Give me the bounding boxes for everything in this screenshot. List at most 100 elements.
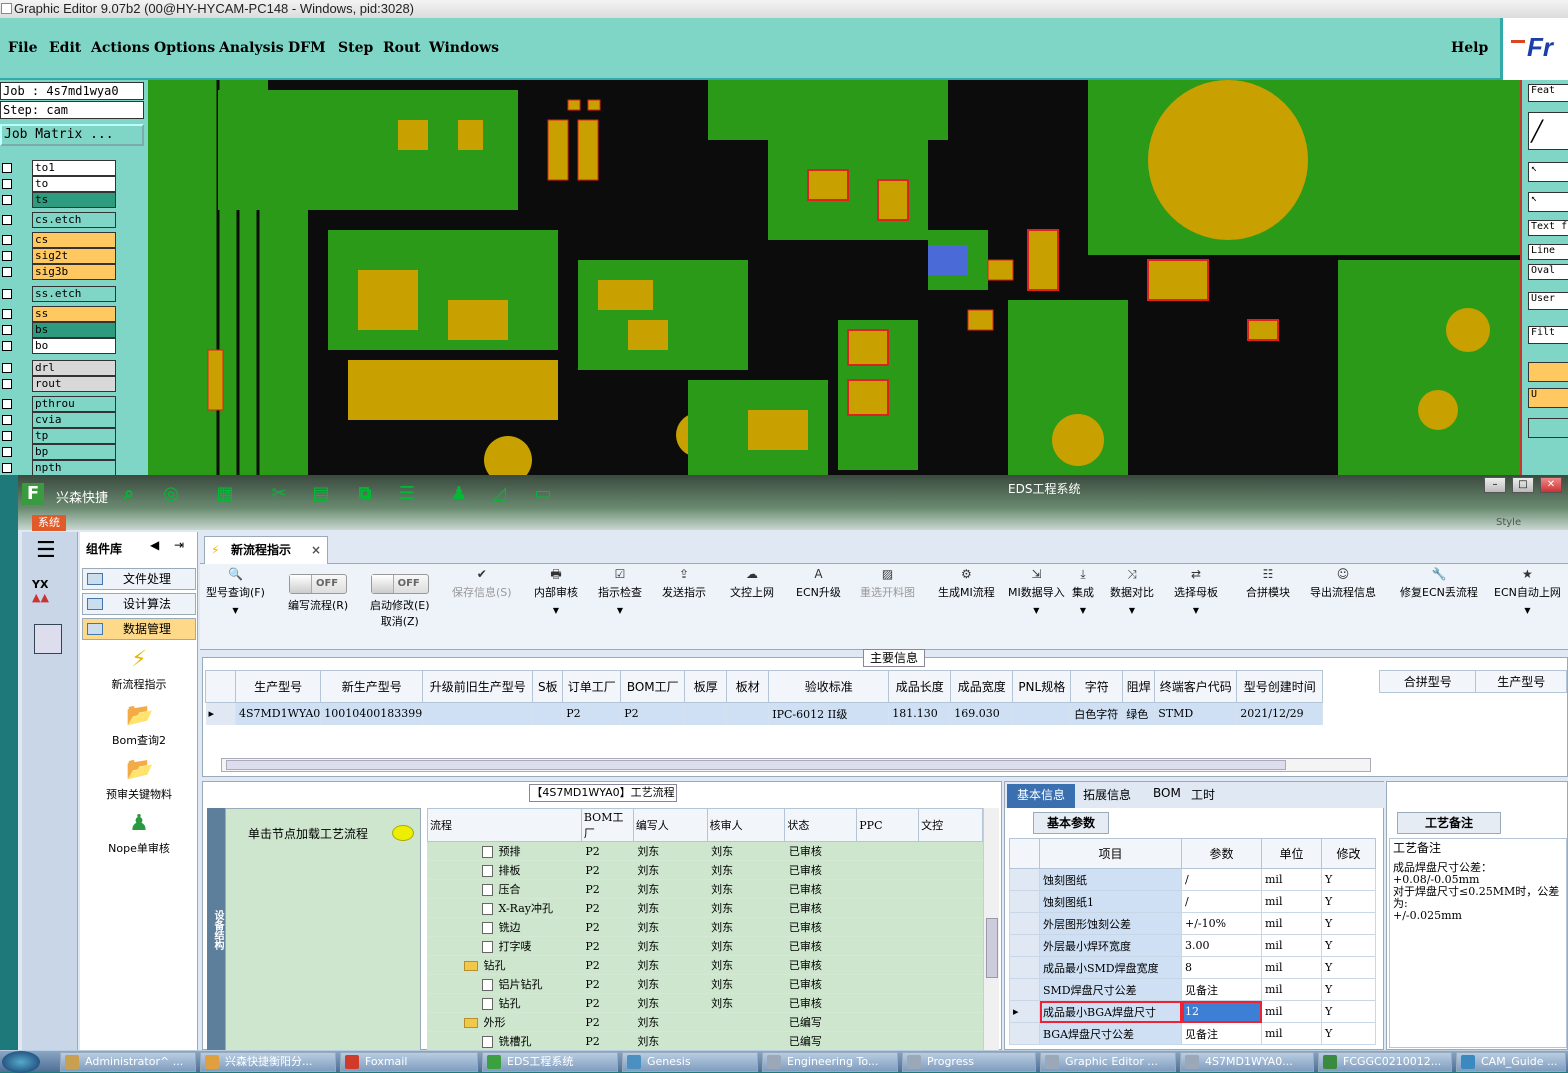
flow-empty-cell[interactable] [856, 1012, 919, 1032]
minimize-button[interactable]: – [1484, 477, 1506, 493]
teal-button[interactable] [1528, 418, 1568, 438]
table-cell[interactable]: 绿色 [1122, 702, 1156, 725]
flow-row[interactable]: X-Ray冲孔 P2 刘东 刘东 已审核 [427, 898, 983, 918]
table-cell[interactable] [1012, 702, 1072, 725]
table-icon[interactable]: ▤ [310, 483, 332, 505]
menu-file[interactable]: File [8, 40, 37, 56]
layer-row[interactable]: sig2t [0, 248, 118, 264]
layer-checkbox[interactable] [2, 163, 12, 173]
flow-name-cell[interactable]: 压合 [427, 879, 582, 899]
layer-checkbox[interactable] [2, 289, 12, 299]
oval-option[interactable]: Oval [1528, 264, 1568, 280]
param-item-cell[interactable]: SMD焊盘尺寸公差 [1039, 978, 1182, 1001]
ribbon-button[interactable]: ☷ 合拼模块 [1246, 564, 1290, 600]
dropdown-arrow-icon[interactable]: ▼ [1072, 606, 1094, 615]
filter-checkbox[interactable]: Filt [1528, 326, 1568, 344]
merge-col-header[interactable]: 生产型号 [1475, 670, 1567, 693]
horizontal-scrollbar[interactable] [221, 758, 1371, 772]
column-header[interactable]: PNL规格 [1012, 670, 1072, 703]
layer-checkbox[interactable] [2, 309, 12, 319]
layer-checkbox[interactable] [2, 215, 12, 225]
param-edit-cell[interactable]: Y [1321, 890, 1376, 913]
flow-row[interactable]: 铣槽孔 P2 刘东 已编写 [427, 1031, 983, 1051]
flow-empty-cell[interactable] [856, 898, 919, 918]
flow-status-cell[interactable]: 已审核 [784, 841, 857, 861]
flow-status-cell[interactable]: 已审核 [784, 974, 857, 994]
param-edit-cell[interactable]: Y [1321, 912, 1376, 935]
ribbon-button[interactable]: ⤨ 数据对比 ▼ [1110, 564, 1154, 615]
layer-checkbox[interactable] [2, 431, 12, 441]
library-design-algorithm[interactable]: 设计算法 [82, 593, 196, 615]
table-row[interactable]: ▸ 4S7MD1WYA0 10010400183399 P2 P2 IPC-6012 II… [205, 702, 1324, 725]
layer-checkbox[interactable] [2, 363, 12, 373]
table-cell[interactable]: P2 [620, 702, 686, 725]
settings-icon[interactable]: ◎ [160, 483, 182, 505]
ribbon-button[interactable]: ★ ECN自动上网 ▼ [1494, 564, 1561, 615]
scissors-icon[interactable]: ✂ [268, 483, 290, 505]
maximize-button[interactable]: □ [1512, 477, 1534, 493]
flow-row[interactable]: 打字唛 P2 刘东 刘东 已审核 [427, 936, 983, 956]
flow-status-cell[interactable]: 已审核 [784, 860, 857, 880]
column-header[interactable]: 验收标准 [768, 670, 890, 703]
param-value-cell[interactable]: 见备注 [1181, 978, 1262, 1001]
table-cell[interactable] [726, 702, 770, 725]
flow-column-header[interactable]: PPC [856, 808, 920, 842]
layer-row[interactable]: sig3b [0, 264, 118, 280]
param-row[interactable]: BGA焊盘尺寸公差 见备注 mil Y [1009, 1022, 1376, 1045]
param-unit-cell[interactable]: mil [1261, 978, 1322, 1001]
flow-row[interactable]: 外形 P2 刘东 已编写 [427, 1012, 983, 1032]
taskbar-item[interactable]: 兴森快捷衡阳分... [200, 1052, 336, 1072]
layer-checkbox[interactable] [2, 195, 12, 205]
param-unit-cell[interactable]: mil [1261, 1000, 1322, 1023]
tool-material-review[interactable]: 📂 预审关键物料 [80, 758, 198, 802]
dropdown-arrow-icon[interactable]: ▼ [1008, 606, 1065, 615]
monitor-icon[interactable]: ▭ [532, 483, 554, 505]
flow-status-cell[interactable]: 已审核 [784, 993, 857, 1013]
flow-writer-cell[interactable]: 刘东 [633, 955, 708, 975]
layer-checkbox[interactable] [2, 251, 12, 261]
table-cell[interactable]: 4S7MD1WYA0 [235, 702, 322, 725]
flow-name-cell[interactable]: 铝片钻孔 [427, 974, 582, 994]
param-item-cell[interactable]: 蚀刻图纸1 [1039, 890, 1182, 913]
grid-icon[interactable]: ▦ [214, 483, 236, 505]
hamburger-icon[interactable]: ☰ [36, 538, 56, 563]
flow-checker-cell[interactable]: 刘东 [707, 936, 785, 956]
layer-name[interactable]: cs.etch [32, 212, 116, 228]
tab-basic-info[interactable]: 基本信息 [1007, 784, 1075, 808]
table-cell[interactable]: STMD [1154, 702, 1238, 725]
flow-empty-cell[interactable] [856, 841, 919, 861]
layer-row[interactable]: cs [0, 232, 118, 248]
flow-empty-cell[interactable] [856, 936, 919, 956]
flow-row[interactable]: 预排 P2 刘东 刘东 已审核 [427, 841, 983, 861]
param-edit-cell[interactable]: Y [1321, 1000, 1376, 1023]
param-row[interactable]: 成品最小SMD焊盘宽度 8 mil Y [1009, 956, 1376, 979]
toggle-switch[interactable]: OFF [289, 574, 348, 594]
layer-name[interactable]: rout [32, 376, 116, 392]
yx-logo-icon[interactable]: YX ▲▲ [32, 578, 64, 610]
flow-writer-cell[interactable]: 刘东 [633, 993, 708, 1013]
param-row[interactable]: 外层图形蚀刻公差 +/-10% mil Y [1009, 912, 1376, 935]
param-col-header[interactable]: 修改 [1321, 838, 1376, 869]
layer-name[interactable]: bo [32, 338, 116, 354]
layer-checkbox[interactable] [2, 415, 12, 425]
flow-status-cell[interactable]: 已审核 [784, 936, 857, 956]
param-item-cell[interactable]: 成品最小SMD焊盘宽度 [1039, 956, 1182, 979]
param-value-cell[interactable]: / [1181, 890, 1262, 913]
flow-column-header[interactable]: 流程 [427, 808, 582, 842]
remark-tab[interactable]: 工艺备注 [1397, 812, 1501, 834]
flow-row[interactable]: 压合 P2 刘东 刘东 已审核 [427, 879, 983, 899]
ribbon-button[interactable]: ✔ 保存信息(S) [452, 564, 512, 600]
taskbar-item[interactable]: FCGGC0210012... [1318, 1052, 1452, 1072]
ribbon-button[interactable]: 🔍 型号查询(F) ▼ [206, 564, 265, 615]
param-unit-cell[interactable]: mil [1261, 934, 1322, 957]
toggle-switch[interactable]: OFF [370, 574, 429, 594]
tree-load-area[interactable]: 单击节点加载工艺流程 [225, 808, 421, 1051]
flow-empty-cell[interactable] [918, 879, 983, 899]
layer-name[interactable]: sig2t [32, 248, 116, 264]
layer-name[interactable]: cs [32, 232, 116, 248]
flow-checker-cell[interactable]: 刘东 [707, 974, 785, 994]
chart-icon[interactable]: ◿ [488, 483, 510, 505]
layer-name[interactable]: ts [32, 192, 116, 208]
param-item-cell[interactable]: 蚀刻图纸 [1039, 868, 1182, 891]
flow-bom-cell[interactable]: P2 [581, 993, 634, 1013]
